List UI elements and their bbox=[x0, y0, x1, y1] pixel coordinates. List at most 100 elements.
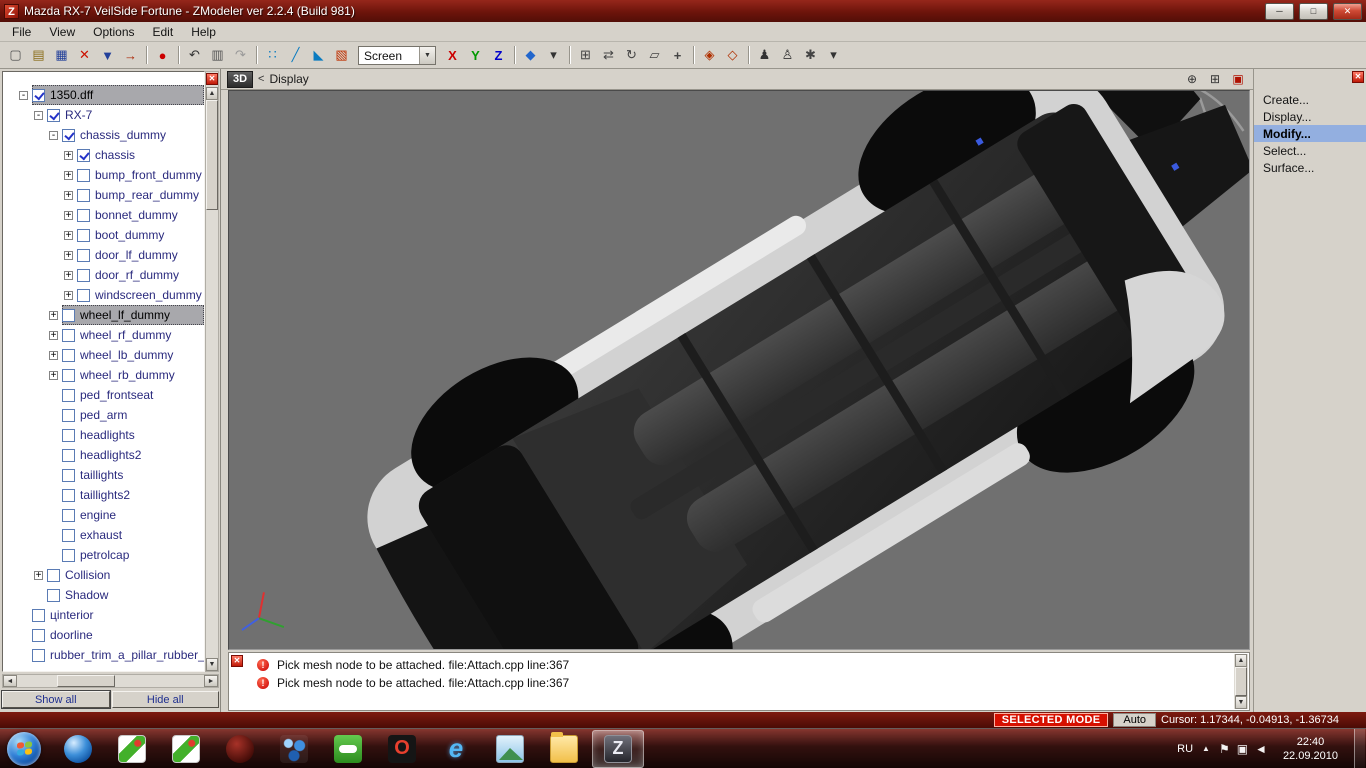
panel-tab-display[interactable]: Display... bbox=[1254, 108, 1366, 125]
tree-item-headlights[interactable]: headlights bbox=[5, 425, 204, 445]
menu-edit[interactable]: Edit bbox=[144, 23, 183, 41]
taskbar-app-dark-red-app[interactable] bbox=[214, 730, 266, 768]
tree-item-door_rf_dummy[interactable]: +door_rf_dummy bbox=[5, 265, 204, 285]
new-file-icon[interactable]: ▢ bbox=[4, 45, 27, 66]
collapse-icon[interactable]: - bbox=[34, 111, 43, 120]
minimize-button[interactable]: ─ bbox=[1265, 3, 1294, 20]
visibility-checkbox[interactable] bbox=[62, 449, 75, 462]
visibility-checkbox[interactable] bbox=[32, 89, 45, 102]
clock[interactable]: 22:40 22.09.2010 bbox=[1276, 735, 1345, 763]
axis-z-button[interactable]: Z bbox=[487, 45, 510, 66]
scrollbar-track[interactable] bbox=[206, 100, 218, 658]
expand-icon[interactable]: + bbox=[64, 231, 73, 240]
visibility-checkbox[interactable] bbox=[62, 129, 75, 142]
scroll-up-button[interactable]: ▲ bbox=[206, 87, 218, 100]
tree-item-Collision[interactable]: +Collision bbox=[5, 565, 204, 585]
tray-chevron-icon[interactable]: ▲ bbox=[1202, 744, 1210, 753]
tree-item-exhaust[interactable]: exhaust bbox=[5, 525, 204, 545]
visibility-checkbox[interactable] bbox=[77, 269, 90, 282]
visibility-checkbox[interactable] bbox=[62, 509, 75, 522]
language-indicator[interactable]: RU bbox=[1177, 743, 1193, 755]
menu-file[interactable]: File bbox=[3, 23, 40, 41]
panel-tab-surface[interactable]: Surface... bbox=[1254, 159, 1366, 176]
tree-item-bump_rear_dummy[interactable]: +bump_rear_dummy bbox=[5, 185, 204, 205]
tree-item-RX-7[interactable]: -RX-7 bbox=[5, 105, 204, 125]
scroll-right-button[interactable]: ► bbox=[204, 675, 218, 687]
expand-icon[interactable]: + bbox=[49, 351, 58, 360]
zoom-icon[interactable]: ⊕ bbox=[1183, 71, 1201, 88]
log-close-button[interactable]: ✕ bbox=[231, 655, 243, 667]
tree-item-wheel_rb_dummy[interactable]: +wheel_rb_dummy bbox=[5, 365, 204, 385]
collapse-icon[interactable]: - bbox=[49, 131, 58, 140]
visibility-checkbox[interactable] bbox=[62, 549, 75, 562]
open-file-icon[interactable]: ▤ bbox=[27, 45, 50, 66]
tree-item-wheel_lb_dummy[interactable]: +wheel_lb_dummy bbox=[5, 345, 204, 365]
scrollbar-track[interactable] bbox=[17, 675, 204, 687]
tree-item-headlights2[interactable]: headlights2 bbox=[5, 445, 204, 465]
visibility-checkbox[interactable] bbox=[62, 469, 75, 482]
tree-item-door_lf_dummy[interactable]: +door_lf_dummy bbox=[5, 245, 204, 265]
tree-item-petrolcap[interactable]: petrolcap bbox=[5, 545, 204, 565]
save-file-icon[interactable]: ▦ bbox=[50, 45, 73, 66]
expand-icon[interactable]: + bbox=[49, 311, 58, 320]
redo-icon[interactable]: ↷ bbox=[229, 45, 252, 66]
auto-toggle[interactable]: Auto bbox=[1113, 713, 1156, 727]
expand-icon[interactable]: + bbox=[64, 171, 73, 180]
scrollbar-thumb[interactable] bbox=[206, 100, 218, 210]
expand-icon[interactable]: + bbox=[49, 371, 58, 380]
log-vertical-scrollbar[interactable]: ▲ ▼ bbox=[1234, 654, 1248, 709]
panel-tab-select[interactable]: Select... bbox=[1254, 142, 1366, 159]
taskbar-app-internet-explorer[interactable]: e bbox=[430, 730, 482, 768]
show-desktop-button[interactable] bbox=[1354, 729, 1365, 768]
detach-icon[interactable]: ◇ bbox=[721, 45, 744, 66]
render-icon[interactable]: ● bbox=[151, 45, 174, 66]
visibility-checkbox[interactable] bbox=[32, 649, 45, 662]
scroll-left-button[interactable]: ◄ bbox=[3, 675, 17, 687]
settings-icon[interactable]: ✱ bbox=[799, 45, 822, 66]
collapse-icon[interactable]: - bbox=[19, 91, 28, 100]
close-button[interactable]: ✕ bbox=[1333, 3, 1362, 20]
screen-dropdown[interactable]: Screen ▼ bbox=[358, 46, 436, 65]
taskbar-app-photo-viewer[interactable] bbox=[484, 730, 536, 768]
skeleton-icon[interactable]: ♟ bbox=[753, 45, 776, 66]
visibility-checkbox[interactable] bbox=[77, 209, 90, 222]
taskbar-app-file-explorer[interactable] bbox=[538, 730, 590, 768]
edge-mode-icon[interactable]: ╱ bbox=[284, 45, 307, 66]
tree-item-boot_dummy[interactable]: +boot_dummy bbox=[5, 225, 204, 245]
material-dropdown-icon[interactable]: ▾ bbox=[542, 45, 565, 66]
rotate-tool-icon[interactable]: ↻ bbox=[620, 45, 643, 66]
tree-item-bump_front_dummy[interactable]: +bump_front_dummy bbox=[5, 165, 204, 185]
taskbar-app-zmodeler[interactable]: Z bbox=[592, 730, 644, 768]
tree-vertical-scrollbar[interactable]: ✕ ▲ ▼ bbox=[205, 71, 219, 672]
expand-icon[interactable]: + bbox=[64, 151, 73, 160]
tree-horizontal-scrollbar[interactable]: ◄ ► bbox=[2, 674, 219, 688]
scrollbar-thumb[interactable] bbox=[1235, 667, 1247, 696]
tree-item-цinterior[interactable]: цinterior bbox=[5, 605, 204, 625]
move-tool-icon[interactable]: + bbox=[666, 45, 689, 66]
taskbar-app-browser[interactable] bbox=[52, 730, 104, 768]
visibility-checkbox[interactable] bbox=[77, 149, 90, 162]
view-mode-button[interactable]: 3D bbox=[227, 71, 253, 88]
visibility-checkbox[interactable] bbox=[62, 409, 75, 422]
pan-icon[interactable]: ⊞ bbox=[1206, 71, 1224, 88]
visibility-checkbox[interactable] bbox=[62, 389, 75, 402]
visibility-checkbox[interactable] bbox=[47, 589, 60, 602]
visibility-checkbox[interactable] bbox=[77, 249, 90, 262]
visibility-checkbox[interactable] bbox=[62, 369, 75, 382]
scroll-up-button[interactable]: ▲ bbox=[1235, 654, 1247, 667]
visibility-checkbox[interactable] bbox=[62, 329, 75, 342]
taskbar-app-green-app-2[interactable] bbox=[160, 730, 212, 768]
mirror-icon[interactable]: ⇄ bbox=[597, 45, 620, 66]
taskbar-app-opera[interactable]: O bbox=[376, 730, 428, 768]
tree-item-wheel_rf_dummy[interactable]: +wheel_rf_dummy bbox=[5, 325, 204, 345]
object-mode-icon[interactable]: ▧ bbox=[330, 45, 353, 66]
attach-icon[interactable]: ◈ bbox=[698, 45, 721, 66]
undo-icon[interactable]: ↶ bbox=[183, 45, 206, 66]
tree-item-1350.dff[interactable]: -1350.dff bbox=[5, 85, 204, 105]
maximize-view-icon[interactable]: ▣ bbox=[1229, 71, 1247, 88]
hide-all-button[interactable]: Hide all bbox=[112, 691, 220, 708]
notes-icon[interactable]: ▥ bbox=[206, 45, 229, 66]
viewport-3d-canvas[interactable] bbox=[228, 90, 1250, 650]
tray-display-icon[interactable]: ▣ bbox=[1237, 742, 1248, 756]
expand-icon[interactable]: + bbox=[64, 291, 73, 300]
